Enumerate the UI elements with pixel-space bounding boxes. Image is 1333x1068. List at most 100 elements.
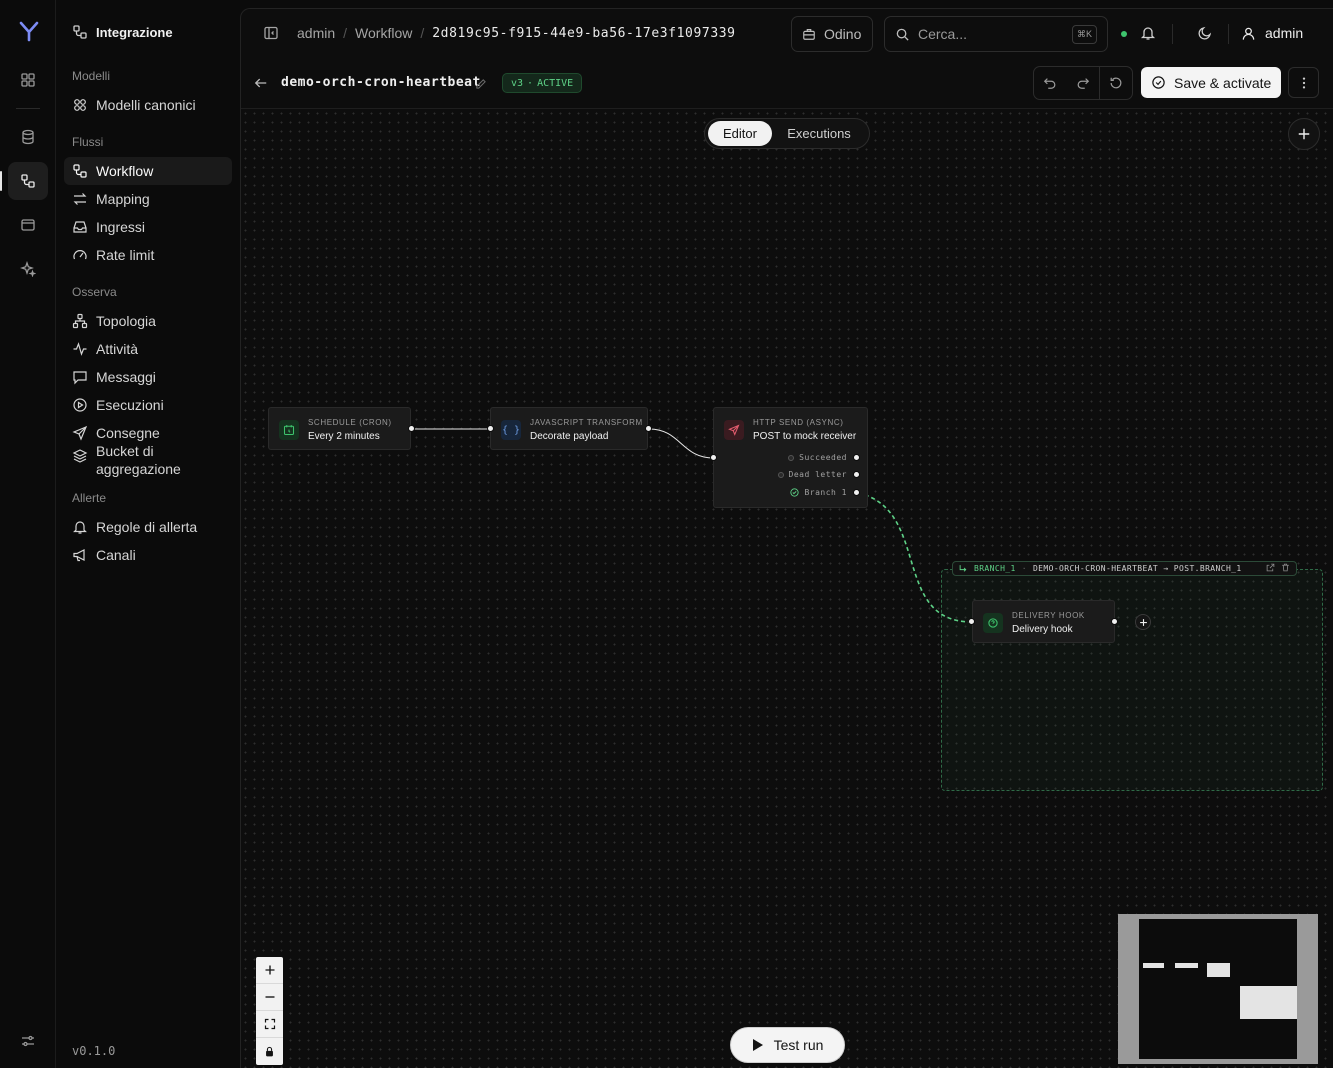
sidebar-item-label: Messaggi xyxy=(96,369,156,385)
zoom-in-icon[interactable] xyxy=(256,957,283,984)
user-menu[interactable]: admin xyxy=(1241,25,1303,41)
sidebar-item-label: Ingressi xyxy=(96,219,146,235)
sidebar-item-modelli-canonici[interactable]: Modelli canonici xyxy=(64,91,232,119)
check-circle-icon xyxy=(1152,76,1165,89)
workflow-icon[interactable] xyxy=(0,162,48,200)
minimap[interactable] xyxy=(1118,914,1318,1064)
open-external-icon[interactable] xyxy=(1266,563,1275,574)
succeeded-handle[interactable] xyxy=(853,454,860,461)
tenant-button[interactable]: Odino xyxy=(791,16,873,52)
sidebar-item-rate-limit[interactable]: Rate limit xyxy=(64,241,232,269)
models-icon xyxy=(74,99,86,111)
add-next-node-plus-icon[interactable] xyxy=(1135,614,1151,630)
node-javascript-transform[interactable]: { } JAVASCRIPT TRANSFORM Decorate payloa… xyxy=(490,407,648,450)
fit-view-icon[interactable] xyxy=(256,1011,283,1038)
sidebar-item-attivita[interactable]: Attività xyxy=(64,335,232,363)
lock-icon[interactable] xyxy=(256,1038,283,1065)
sidebar-item-ingressi[interactable]: Ingressi xyxy=(64,213,232,241)
edge-transform-http xyxy=(648,428,715,459)
theme-moon-icon[interactable] xyxy=(1197,25,1213,46)
arrows-icon xyxy=(73,193,87,205)
tab-executions[interactable]: Executions xyxy=(772,121,866,146)
output-succeeded: Succeeded xyxy=(788,453,847,462)
node-kind: SCHEDULE (CRON) xyxy=(308,418,392,427)
search-input[interactable]: Cerca... ⌘K xyxy=(884,16,1108,52)
redo-icon[interactable] xyxy=(1067,66,1100,100)
layers-icon xyxy=(72,449,88,463)
save-activate-button[interactable]: Save & activate xyxy=(1141,67,1282,98)
output-label: Succeeded xyxy=(799,453,847,462)
sidebar-item-label: Regole di allerta xyxy=(96,519,198,535)
app-version: v0.1.0 xyxy=(72,1044,116,1058)
node-kind: DELIVERY HOOK xyxy=(1012,611,1085,620)
workflow-canvas[interactable]: Editor Executions BRANCH_1 · DEMO-ORCH-C… xyxy=(241,109,1333,1068)
sidebar-title: Integrazione xyxy=(96,24,173,40)
dashboard-icon[interactable] xyxy=(8,61,48,99)
add-node-plus-icon[interactable] xyxy=(1288,118,1320,150)
user-name: admin xyxy=(1265,25,1304,41)
calendar-clock-icon xyxy=(279,420,299,440)
brand-logo[interactable] xyxy=(18,20,40,42)
more-menu-icon[interactable] xyxy=(1288,67,1319,98)
sidebar-item-messaggi[interactable]: Messaggi xyxy=(64,363,232,391)
sidebar-item-esecuzioni[interactable]: Esecuzioni xyxy=(64,391,232,419)
group-label-modelli: Modelli xyxy=(72,69,111,83)
test-run-button[interactable]: Test run xyxy=(730,1027,845,1063)
sidebar-item-mapping[interactable]: Mapping xyxy=(64,185,232,213)
search-icon xyxy=(896,28,909,41)
database-icon[interactable] xyxy=(8,118,48,156)
breadcrumb-workflow[interactable]: Workflow xyxy=(355,25,412,41)
output-handle[interactable] xyxy=(1111,618,1118,625)
workflow-title: demo-orch-cron-heartbeat xyxy=(281,75,481,90)
node-title: Every 2 minutes xyxy=(308,431,380,442)
sidebar-header: Integrazione xyxy=(72,24,173,40)
back-arrow-icon[interactable] xyxy=(254,76,268,95)
output-handle[interactable] xyxy=(645,425,652,432)
sidebar-item-label: Rate limit xyxy=(96,247,155,263)
reset-icon[interactable] xyxy=(1099,66,1132,100)
search-placeholder: Cerca... xyxy=(918,26,968,42)
sidebar-toggle-icon[interactable] xyxy=(263,25,279,46)
group-label-osserva: Osserva xyxy=(72,285,117,299)
node-delivery-hook[interactable]: DELIVERY HOOK Delivery hook xyxy=(972,600,1115,643)
node-title: Delivery hook xyxy=(1012,624,1073,635)
sidebar-item-regole-di-allerta[interactable]: Regole di allerta xyxy=(64,513,232,541)
sidebar-item-label: Attività xyxy=(96,341,139,357)
node-http-send[interactable]: HTTP SEND (ASYNC) POST to mock receiver … xyxy=(713,407,868,508)
output-branch-1: Branch 1 xyxy=(790,488,847,497)
sidebar-item-label: Topologia xyxy=(96,313,156,329)
dead-letter-handle[interactable] xyxy=(853,471,860,478)
output-handle[interactable] xyxy=(408,425,415,432)
settings-sliders-icon[interactable] xyxy=(8,1022,48,1060)
edit-pencil-icon[interactable] xyxy=(475,77,487,95)
input-handle[interactable] xyxy=(968,618,975,625)
sidebar-item-topologia[interactable]: Topologia xyxy=(64,307,232,335)
save-activate-label: Save & activate xyxy=(1174,74,1272,91)
sidebar-item-workflow[interactable]: Workflow xyxy=(64,157,232,185)
branch-arrow-icon xyxy=(959,565,967,572)
trash-icon[interactable] xyxy=(1281,563,1290,574)
integration-icon xyxy=(73,25,87,39)
main-panel: admin / Workflow / 2d819c95-f915-44e9-ba… xyxy=(240,8,1333,1068)
node-title: POST to mock receiver xyxy=(753,431,857,442)
minimap-node xyxy=(1207,963,1230,977)
sparkles-icon[interactable] xyxy=(8,250,48,288)
sidebar-item-label: Canali xyxy=(96,547,136,563)
minimap-viewport xyxy=(1139,919,1297,1059)
undo-icon[interactable] xyxy=(1034,66,1067,100)
group-label-flussi: Flussi xyxy=(72,135,104,149)
sidebar-item-canali[interactable]: Canali xyxy=(64,541,232,569)
node-schedule-cron[interactable]: SCHEDULE (CRON) Every 2 minutes xyxy=(268,407,411,450)
user-icon xyxy=(1242,27,1255,40)
input-handle[interactable] xyxy=(710,454,717,461)
notifications-bell-icon[interactable] xyxy=(1140,25,1156,46)
sidebar-item-bucket-di-aggregazione[interactable]: Bucket di aggregazione xyxy=(64,437,232,483)
breadcrumb-admin[interactable]: admin xyxy=(297,25,335,41)
browser-icon[interactable] xyxy=(8,206,48,244)
bell-icon xyxy=(73,521,87,534)
zoom-out-icon[interactable] xyxy=(256,984,283,1011)
branch-1-handle[interactable] xyxy=(853,489,860,496)
output-dead-letter: Dead letter xyxy=(777,470,847,479)
input-handle[interactable] xyxy=(487,425,494,432)
tab-editor[interactable]: Editor xyxy=(708,121,772,146)
